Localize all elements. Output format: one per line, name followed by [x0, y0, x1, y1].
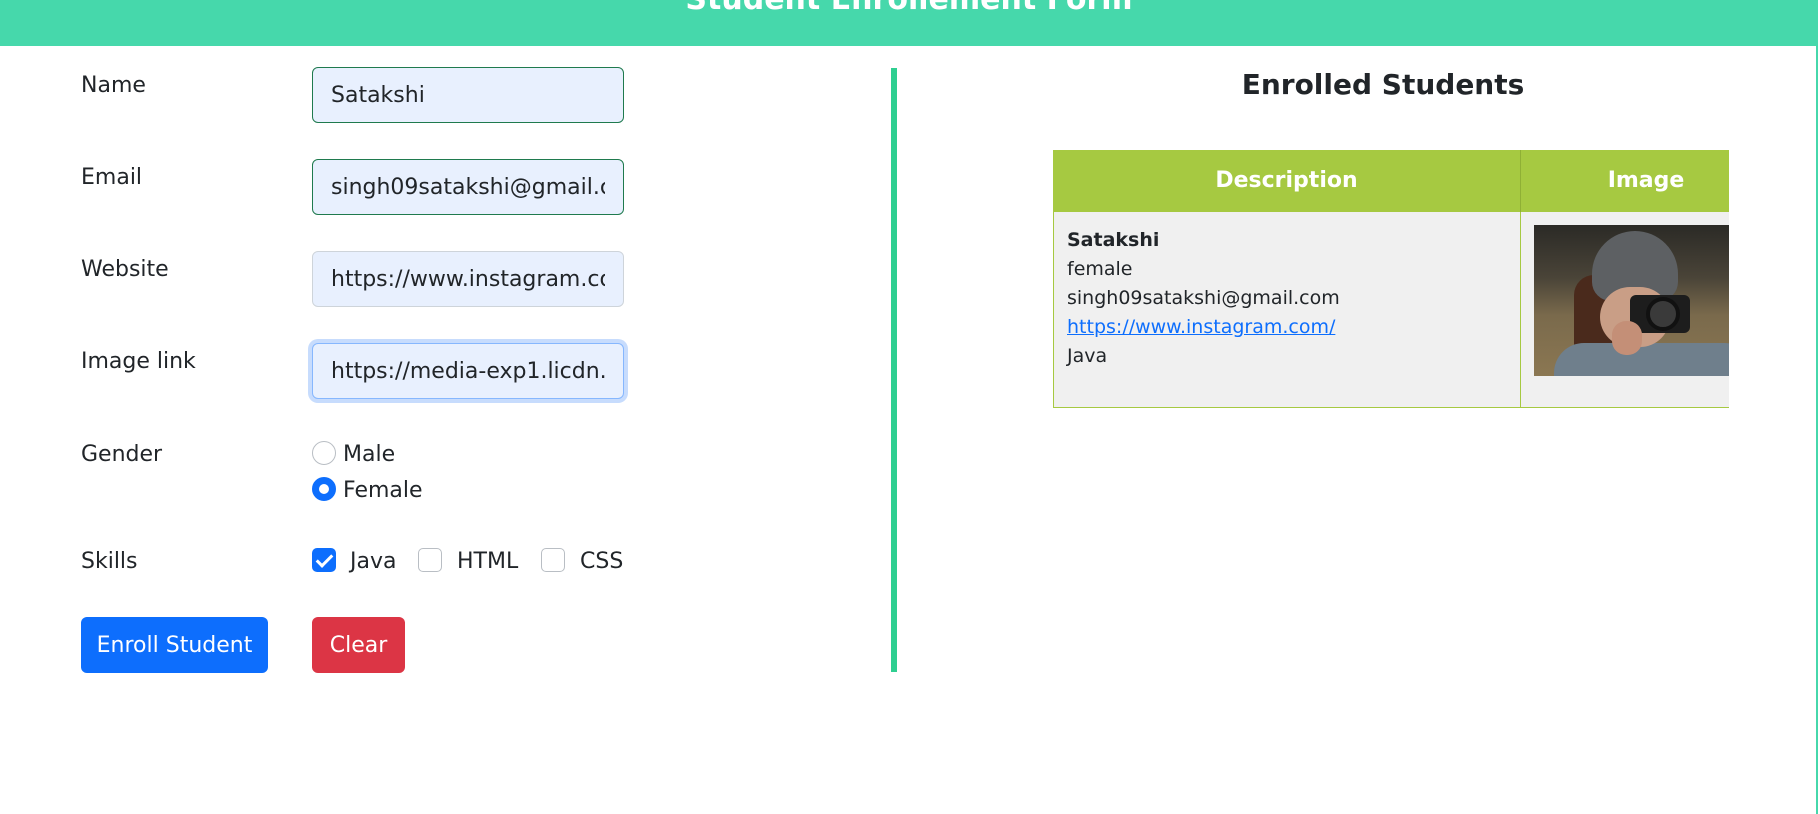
image-link-input[interactable] [312, 343, 624, 399]
student-gender: female [1067, 258, 1133, 280]
email-label: Email [81, 165, 143, 190]
student-photo [1534, 225, 1729, 376]
gender-male-radio[interactable] [312, 441, 336, 465]
skill-html-checkbox[interactable] [418, 548, 442, 572]
student-skills: Java [1067, 345, 1108, 367]
page-title: Student Enrollement Form [0, 0, 1818, 17]
website-label: Website [81, 257, 169, 282]
photo-hand [1612, 321, 1642, 355]
camera-lens-icon [1646, 297, 1680, 331]
name-label: Name [81, 73, 146, 98]
skill-css-label: CSS [580, 549, 624, 574]
gender-female-label: Female [343, 478, 423, 503]
enrolled-students-table: Description Image Satakshi female singh0… [1053, 150, 1729, 410]
skill-java-checkbox[interactable] [312, 548, 336, 572]
image-link-label: Image link [81, 349, 196, 374]
website-input[interactable] [312, 251, 624, 307]
name-input[interactable] [312, 67, 624, 123]
table-row-description: Satakshi female singh09satakshi@gmail.co… [1053, 212, 1521, 408]
skill-java-label: Java [350, 549, 397, 574]
student-name: Satakshi [1067, 229, 1160, 251]
skill-css-checkbox[interactable] [541, 548, 565, 572]
section-divider [891, 68, 897, 672]
gender-female-radio[interactable] [312, 477, 336, 501]
column-header-image: Image [1521, 150, 1729, 212]
gender-label: Gender [81, 442, 163, 467]
gender-male-label: Male [343, 442, 396, 467]
clear-button[interactable]: Clear [312, 617, 405, 673]
photo-jacket [1554, 343, 1729, 376]
page-header: Student Enrollement Form [0, 0, 1818, 46]
table-row-image [1521, 212, 1729, 408]
enroll-student-button[interactable]: Enroll Student [81, 617, 268, 673]
enrollment-form: Name Email Website Image link Gender Mal… [0, 46, 880, 746]
email-input[interactable] [312, 159, 624, 215]
student-website-link[interactable]: https://www.instagram.com/ [1067, 313, 1507, 342]
student-email: singh09satakshi@gmail.com [1067, 287, 1340, 309]
enrolled-students-title: Enrolled Students [1241, 68, 1525, 101]
skill-html-label: HTML [457, 549, 519, 574]
skills-label: Skills [81, 549, 138, 574]
column-header-description: Description [1053, 150, 1521, 212]
